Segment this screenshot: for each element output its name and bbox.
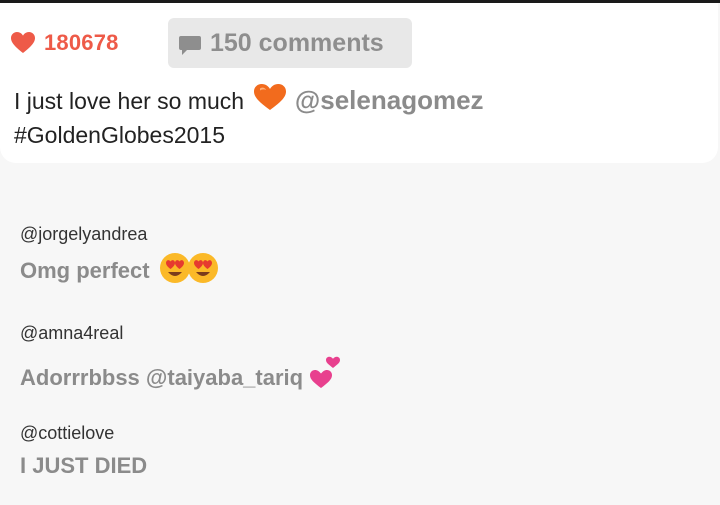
- comment-bubble-icon: [179, 36, 201, 55]
- heart-eyes-emoji: [187, 253, 218, 284]
- heart-icon: [11, 32, 35, 53]
- caption-text: I just love her so much: [14, 88, 245, 114]
- post-card: 180678 150 comments I just love her so m…: [0, 3, 718, 163]
- comment-text: Adorrrbbss @taiyaba_tariq: [20, 356, 343, 391]
- comment-item: @amna4real Adorrrbbss @taiyaba_tariq: [20, 321, 343, 391]
- comments-count-label: 150 comments: [210, 28, 384, 57]
- orange-heart-emoji: [253, 84, 286, 110]
- comment-username[interactable]: @jorgelyandrea: [20, 222, 220, 246]
- comment-item: @cottielove I JUST DIED: [20, 421, 147, 479]
- caption-hashtag[interactable]: #GoldenGlobes2015: [14, 122, 225, 148]
- comment-body: I JUST DIED: [20, 453, 148, 478]
- like-count: 180678: [44, 30, 119, 55]
- comment-body: Adorrrbbss @taiyaba_tariq: [20, 365, 304, 390]
- pink-hearts-emoji: [310, 356, 341, 389]
- comments-button[interactable]: 150 comments: [168, 18, 412, 68]
- post-caption: I just love her so much @selenagomez #Go…: [14, 83, 704, 152]
- comment-text: I JUST DIED: [20, 453, 147, 479]
- comment-username[interactable]: @cottielove: [20, 421, 147, 445]
- like-button[interactable]: 180678: [10, 29, 119, 57]
- comment-text: Omg perfect: [20, 253, 220, 285]
- comment-body: Omg perfect: [20, 258, 150, 283]
- caption-mention[interactable]: @selenagomez: [295, 85, 484, 115]
- comment-username[interactable]: @amna4real: [20, 321, 343, 345]
- comment-item: @jorgelyandrea Omg perfect: [20, 222, 220, 285]
